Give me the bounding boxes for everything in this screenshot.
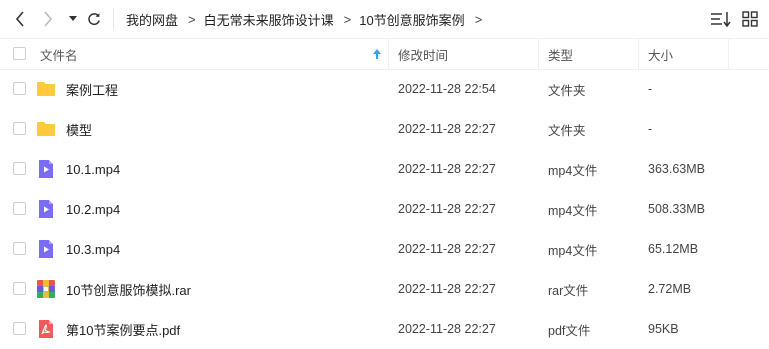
file-modified: 2022-11-28 22:54 [398,82,496,96]
row-checkbox[interactable] [13,82,26,95]
file-modified: 2022-11-28 22:27 [398,242,496,256]
breadcrumb-separator: > [188,11,196,27]
file-row[interactable]: 模型 2022-11-28 22:27 文件夹 - [0,109,769,149]
file-size: 363.63MB [648,162,705,176]
pdf-file-icon [39,320,53,338]
file-list-header: 文件名 修改时间 类型 大小 [0,38,769,70]
video-file-icon [39,160,53,178]
video-file-icon [39,200,53,218]
file-row[interactable]: 10.2.mp4 2022-11-28 22:27 mp4文件 508.33MB [0,189,769,229]
file-size: 95KB [648,322,679,336]
breadcrumb: 我的网盘 > 白无常未来服饰设计课 > 10节创意服饰案例 > [126,10,490,28]
toolbar: 我的网盘 > 白无常未来服饰设计课 > 10节创意服饰案例 > [0,0,769,38]
file-name: 10.3.mp4 [66,241,121,257]
file-modified: 2022-11-28 22:27 [398,122,496,136]
archive-file-icon [37,280,55,298]
file-name: 第10节案例要点.pdf [66,322,181,338]
breadcrumb-item-course[interactable]: 白无常未来服饰设计课 [204,10,334,29]
column-divider[interactable] [728,39,729,69]
back-button[interactable] [10,9,30,29]
breadcrumb-separator: > [474,11,483,27]
file-modified: 2022-11-28 22:27 [398,282,496,296]
folder-icon [37,122,55,136]
grid-view-button[interactable] [741,10,759,28]
column-header-type[interactable]: 类型 [548,39,573,69]
file-name: 10.2.mp4 [66,201,121,217]
column-header-size[interactable]: 大小 [648,39,673,69]
file-type: 文件夹 [548,83,586,98]
folder-icon [37,82,55,96]
row-checkbox[interactable] [13,202,26,215]
file-row[interactable]: 10.3.mp4 2022-11-28 22:27 mp4文件 65.12MB [0,229,769,269]
file-row[interactable]: 10.1.mp4 2022-11-28 22:27 mp4文件 363.63MB [0,149,769,189]
file-modified: 2022-11-28 22:27 [398,322,496,336]
toolbar-divider [113,8,114,30]
sort-list-icon [711,12,731,28]
file-modified: 2022-11-28 22:27 [398,202,496,216]
select-all-checkbox[interactable] [13,47,26,60]
file-type: mp4文件 [548,203,598,218]
row-checkbox[interactable] [13,242,26,255]
grid-view-icon [742,11,758,27]
column-divider[interactable] [638,39,639,69]
file-type: mp4文件 [548,243,598,258]
file-row[interactable]: 案例工程 2022-11-28 22:54 文件夹 - [0,69,769,109]
file-size: - [648,122,653,136]
file-size: 2.72MB [648,282,692,296]
forward-button[interactable] [38,9,58,29]
file-type: mp4文件 [548,163,598,178]
file-size: 65.12MB [648,242,699,256]
file-name: 10.1.mp4 [66,161,121,177]
row-checkbox[interactable] [13,322,26,335]
file-row[interactable]: 10节创意服饰模拟.rar 2022-11-28 22:27 rar文件 2.7… [0,269,769,309]
breadcrumb-item-current[interactable]: 10节创意服饰案例 [359,10,464,29]
file-modified: 2022-11-28 22:27 [398,162,496,176]
file-type: 文件夹 [548,123,586,138]
column-header-name[interactable]: 文件名 [40,39,78,69]
breadcrumb-separator: > [343,11,352,27]
file-row[interactable]: 第10节案例要点.pdf 2022-11-28 22:27 pdf文件 95KB [0,309,769,349]
refresh-button[interactable] [84,9,104,29]
chevron-left-icon [15,11,24,27]
history-dropdown-button[interactable] [66,9,80,29]
sort-ascending-icon[interactable] [372,48,382,60]
row-checkbox[interactable] [13,162,26,175]
column-divider[interactable] [538,39,539,69]
row-checkbox[interactable] [13,282,26,295]
row-checkbox[interactable] [13,122,26,135]
breadcrumb-item-root[interactable]: 我的网盘 [126,10,178,29]
caret-down-icon [69,16,77,21]
sort-order-button[interactable] [710,10,732,28]
file-type: pdf文件 [548,323,591,338]
file-type: rar文件 [548,283,589,298]
file-name: 案例工程 [66,82,119,98]
file-size: 508.33MB [648,202,705,216]
chevron-right-icon [44,11,53,27]
column-divider[interactable] [388,39,389,69]
file-size: - [648,82,653,96]
file-name: 模型 [66,122,93,138]
file-name: 10节创意服饰模拟.rar [66,282,191,298]
video-file-icon [39,240,53,258]
refresh-icon [88,13,100,26]
column-header-modified[interactable]: 修改时间 [398,39,448,69]
